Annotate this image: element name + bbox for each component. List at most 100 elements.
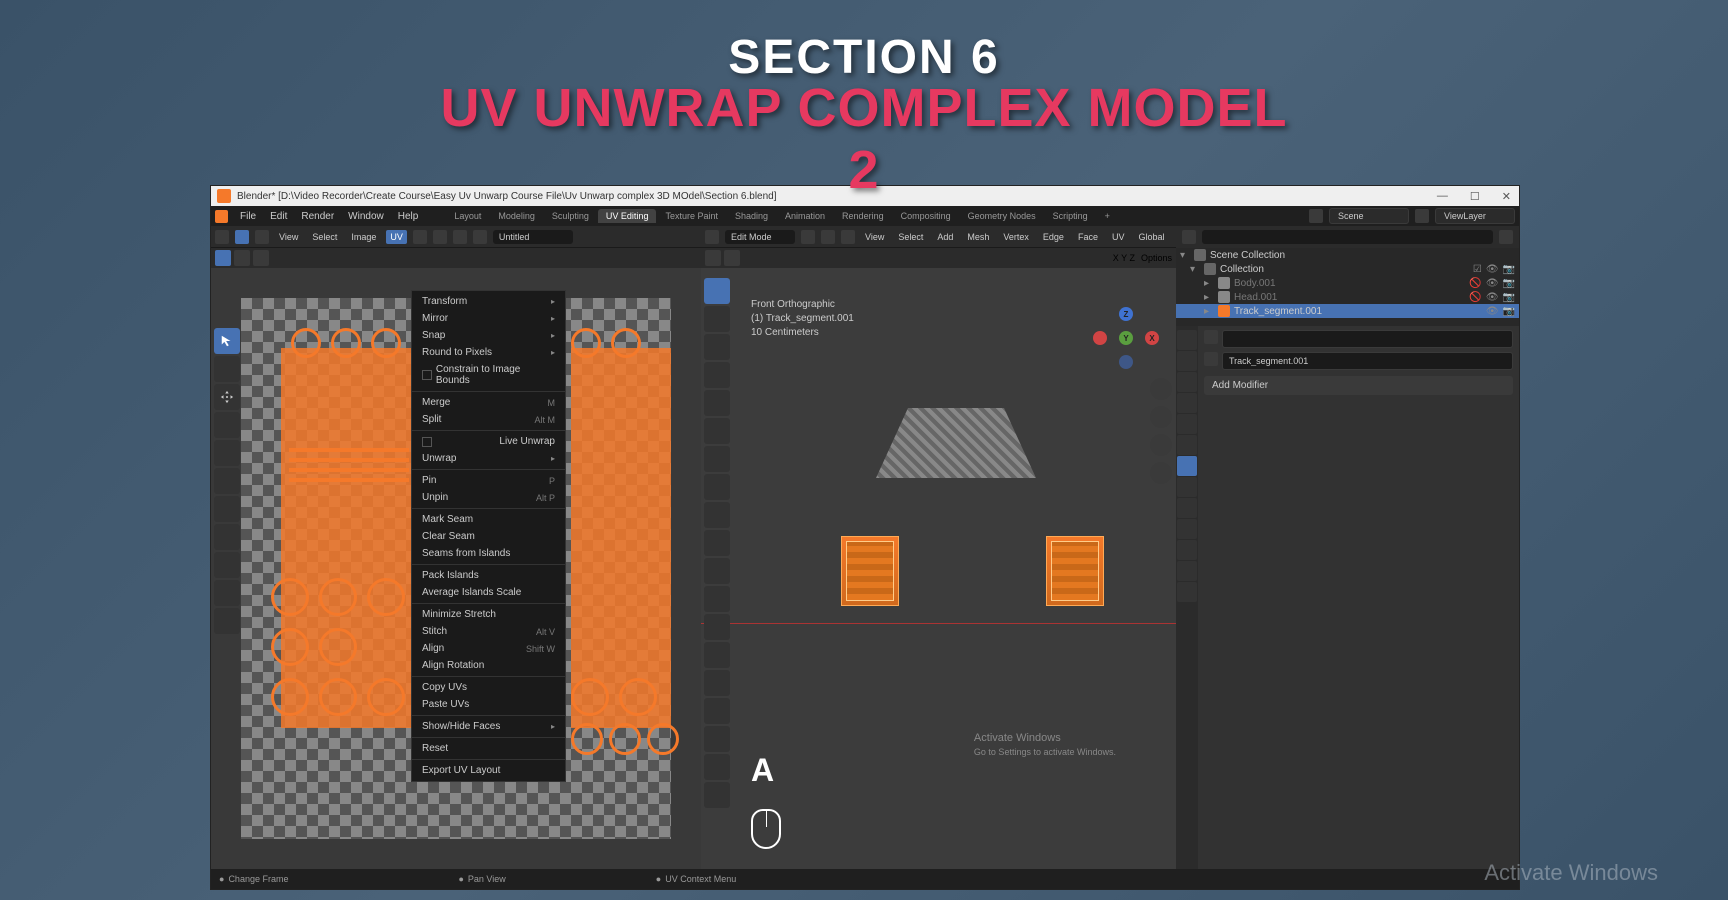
uv-menu-clear-seam[interactable]: Clear Seam	[412, 528, 565, 545]
prop-tab-world[interactable]	[1177, 414, 1197, 434]
tool-rip[interactable]	[214, 524, 240, 550]
uv-menu-align[interactable]: AlignShift W	[412, 640, 565, 657]
uv-channels-btn[interactable]	[253, 250, 269, 266]
tab-add[interactable]: +	[1097, 209, 1118, 223]
maximize-button[interactable]: ☐	[1464, 190, 1486, 203]
uv-menu-pin[interactable]: PinP	[412, 472, 565, 489]
prop-tab-modifier[interactable]	[1177, 456, 1197, 476]
uv-menu-avg-islands[interactable]: Average Islands Scale	[412, 584, 565, 601]
uv-menu-copy-uvs[interactable]: Copy UVs	[412, 679, 565, 696]
menu-edit[interactable]: Edit	[264, 209, 293, 224]
tree-item-track[interactable]: ▸ Track_segment.001 👁📷	[1176, 304, 1519, 318]
menu-window[interactable]: Window	[342, 209, 390, 224]
tree-scene-collection[interactable]: ▾ Scene Collection	[1176, 248, 1519, 262]
prop-tab-constraint[interactable]	[1177, 519, 1197, 539]
add-modifier-button[interactable]: Add Modifier	[1204, 376, 1513, 395]
close-button[interactable]: ✕	[1496, 190, 1517, 203]
vp-tool-select[interactable]	[704, 278, 730, 304]
vp-menu-select[interactable]: Select	[894, 230, 927, 244]
uv-menu-show-hide[interactable]: Show/Hide Faces▸	[412, 718, 565, 735]
vp-menu-mesh[interactable]: Mesh	[963, 230, 993, 244]
vp-tool-rotate[interactable]	[704, 362, 730, 388]
image-name-input[interactable]	[493, 230, 573, 244]
prop-tab-output[interactable]	[1177, 351, 1197, 371]
vp-menu-view[interactable]: View	[861, 230, 888, 244]
minimize-button[interactable]: —	[1431, 190, 1454, 203]
prop-tab-material[interactable]	[1177, 561, 1197, 581]
uv-menu-align-rotation[interactable]: Align Rotation	[412, 657, 565, 674]
uv-sync-icon[interactable]	[235, 230, 249, 244]
uv-menu-select[interactable]: Select	[308, 230, 341, 244]
image-browse-icon[interactable]	[473, 230, 487, 244]
editor-type-icon[interactable]	[705, 230, 719, 244]
edge-select-icon[interactable]	[821, 230, 835, 244]
uv-menu-pack-islands[interactable]: Pack Islands	[412, 567, 565, 584]
vp-menu-edge[interactable]: Edge	[1039, 230, 1068, 244]
tab-sculpting[interactable]: Sculpting	[544, 209, 597, 223]
tool-rotate[interactable]	[214, 412, 240, 438]
viewlayer-icon[interactable]	[1415, 209, 1429, 223]
tool-relax[interactable]	[214, 580, 240, 606]
vp-tool-move[interactable]	[704, 334, 730, 360]
uv-menu-unwrap[interactable]: Unwrap▸	[412, 450, 565, 467]
uv-menu-snap[interactable]: Snap▸	[412, 327, 565, 344]
uv-menu-view[interactable]: View	[275, 230, 302, 244]
vertex-select-icon[interactable]	[801, 230, 815, 244]
tree-item-head[interactable]: ▸ Head.001 🚫👁📷	[1176, 290, 1519, 304]
tool-transform[interactable]	[214, 468, 240, 494]
uv-menu-transform[interactable]: Transform▸	[412, 293, 565, 310]
tool-grab[interactable]	[214, 552, 240, 578]
tool-annotate[interactable]	[214, 496, 240, 522]
scene-icon[interactable]	[1309, 209, 1323, 223]
prop-tab-data[interactable]	[1177, 540, 1197, 560]
tab-rendering[interactable]: Rendering	[834, 209, 892, 223]
uv-menu-round-pixels[interactable]: Round to Pixels▸	[412, 344, 565, 361]
menu-file[interactable]: File	[234, 209, 262, 224]
vp-tool-smooth[interactable]	[704, 698, 730, 724]
vp-tool-poly-build[interactable]	[704, 642, 730, 668]
menu-help[interactable]: Help	[392, 209, 425, 224]
face-select-icon[interactable]	[841, 230, 855, 244]
vp-menu-face[interactable]: Face	[1074, 230, 1102, 244]
prop-tab-particle[interactable]	[1177, 477, 1197, 497]
pivot-icon[interactable]	[413, 230, 427, 244]
vp-menu-add[interactable]: Add	[933, 230, 957, 244]
camera-icon[interactable]	[1150, 434, 1172, 456]
zoom-icon[interactable]	[1150, 378, 1172, 400]
vp-tool-edge-slide[interactable]	[704, 726, 730, 752]
options-label[interactable]: Options	[1141, 253, 1172, 263]
uv-menu-min-stretch[interactable]: Minimize Stretch	[412, 606, 565, 623]
vp-menu-uv[interactable]: UV	[1108, 230, 1129, 244]
object-name-field[interactable]	[1222, 352, 1513, 370]
nav-gizmo[interactable]: Y X Z	[1101, 313, 1151, 363]
uv-menu-unpin[interactable]: UnpinAlt P	[412, 489, 565, 506]
tab-texture-paint[interactable]: Texture Paint	[657, 209, 726, 223]
persp-ortho-icon[interactable]	[1150, 462, 1172, 484]
uv-menu-constrain[interactable]: Constrain to Image Bounds	[412, 361, 565, 389]
tab-layout[interactable]: Layout	[446, 209, 489, 223]
uv-menu-stitch[interactable]: StitchAlt V	[412, 623, 565, 640]
vp-tool-cursor[interactable]	[704, 306, 730, 332]
uv-canvas[interactable]: Transform▸ Mirror▸ Snap▸ Round to Pixels…	[211, 268, 701, 869]
tool-pinch[interactable]	[214, 608, 240, 634]
proportional-icon[interactable]	[453, 230, 467, 244]
vp-tool-transform[interactable]	[704, 418, 730, 444]
vp-overlays-btn[interactable]	[705, 250, 721, 266]
uv-menu-paste-uvs[interactable]: Paste UVs	[412, 696, 565, 713]
vp-tool-rip[interactable]	[704, 782, 730, 808]
prop-search-input[interactable]	[1222, 330, 1513, 348]
prop-tab-scene[interactable]	[1177, 393, 1197, 413]
uv-menu-live-unwrap[interactable]: Live Unwrap	[412, 433, 565, 450]
vp-orient[interactable]: Global	[1134, 230, 1168, 244]
uv-menu-export-layout[interactable]: Export UV Layout	[412, 762, 565, 779]
tab-compositing[interactable]: Compositing	[893, 209, 959, 223]
vp-gizmo-btn[interactable]	[724, 250, 740, 266]
prop-tab-physics[interactable]	[1177, 498, 1197, 518]
vp-tool-scale[interactable]	[704, 390, 730, 416]
tab-scripting[interactable]: Scripting	[1045, 209, 1096, 223]
tool-scale[interactable]	[214, 440, 240, 466]
vp-tool-annotate[interactable]	[704, 446, 730, 472]
outliner-filter-icon[interactable]	[1499, 230, 1513, 244]
tree-item-body[interactable]: ▸ Body.001 🚫👁📷	[1176, 276, 1519, 290]
tab-geometry-nodes[interactable]: Geometry Nodes	[960, 209, 1044, 223]
